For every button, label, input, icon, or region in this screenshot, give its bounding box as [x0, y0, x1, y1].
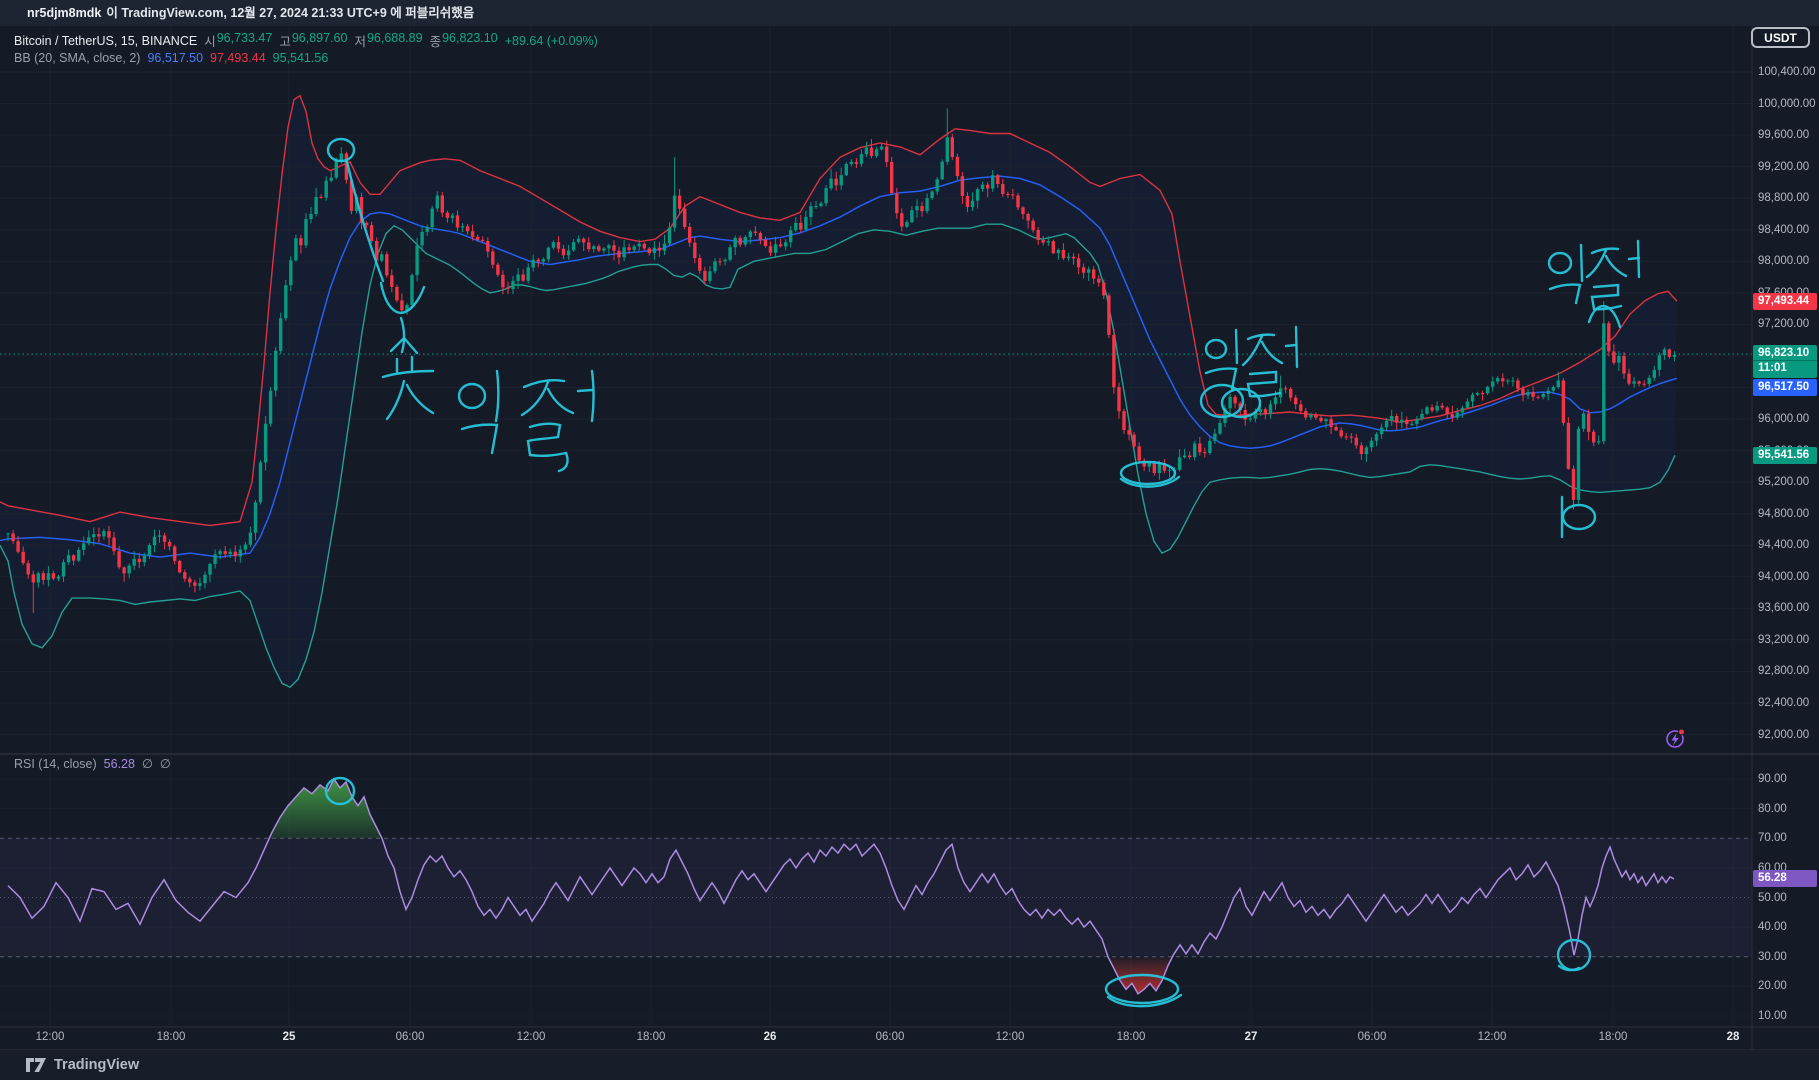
price-tick-label: 93,200.00	[1758, 633, 1810, 646]
rsi-tick-label: 70.00	[1758, 832, 1787, 845]
price-tick-label: 96,000.00	[1758, 413, 1810, 426]
tradingview-logo-icon	[26, 1058, 46, 1072]
time-tick-label: 25	[282, 1031, 296, 1043]
symbol-title[interactable]: Bitcoin / TetherUS, 15, BINANCE	[14, 34, 197, 48]
rsi-tick-label: 90.00	[1758, 773, 1787, 785]
price-tick-label: 95,200.00	[1758, 476, 1810, 489]
last-price-value: 96,823.10	[1758, 347, 1810, 360]
candle-countdown: 11:01	[1753, 360, 1817, 376]
price-tick-label: 92,800.00	[1758, 665, 1810, 678]
publish-username: nr5djm8mdk	[27, 6, 102, 20]
bb-lower-value: 95,541.56	[272, 50, 329, 65]
price-tick-label: 94,000.00	[1758, 570, 1810, 583]
price-tick-label: 98,400.00	[1758, 223, 1810, 236]
tradingview-logo-text: TradingView	[54, 1057, 140, 1073]
time-tick-label: 27	[1244, 1031, 1258, 1043]
time-tick-label: 18:00	[156, 1031, 186, 1043]
rsi-hidden-value-1: ∅	[141, 757, 153, 771]
bb-basis-value: 96,517.50	[147, 50, 204, 65]
rsi-tick-label: 10.00	[1758, 1010, 1787, 1022]
time-tick-label: 18:00	[1598, 1031, 1628, 1043]
time-tick-label: 26	[763, 1031, 777, 1043]
price-tick-label: 97,200.00	[1758, 318, 1810, 331]
bb-channel-fill	[0, 95, 1677, 688]
bb-basis-price-badge: 96,517.50	[1753, 379, 1817, 397]
time-tick-label: 12:00	[516, 1031, 546, 1043]
open-value: 96,733.47	[216, 31, 273, 45]
annotation-take-profit-right-text[interactable]	[1547, 239, 1641, 311]
tradingview-logo[interactable]: TradingView	[25, 1055, 139, 1075]
open-label: 시	[204, 35, 216, 49]
close-value: 96,823.10	[442, 31, 498, 45]
price-tick-label: 98,000.00	[1758, 255, 1810, 268]
bb-indicator-title[interactable]: BB (20, SMA, close, 2)	[14, 51, 140, 65]
price-tick-label: 92,400.00	[1758, 697, 1810, 709]
bb-upper-value: 97,493.44	[210, 50, 266, 65]
rsi-tick-label: 30.00	[1758, 950, 1787, 963]
low-label: 저	[354, 35, 366, 49]
close-label: 종	[429, 35, 442, 49]
rsi-value-badge: 56.28	[1753, 870, 1817, 888]
bb-lower-price-badge: 95,541.56	[1753, 446, 1817, 464]
rsi-tick-label: 40.00	[1758, 921, 1787, 934]
symbol-legend: Bitcoin / TetherUS, 15, BINANCE 시 96,733.…	[14, 31, 598, 66]
time-tick-label: 06:00	[395, 1031, 425, 1043]
bb-upper-price-badge: 97,493.44	[1753, 292, 1817, 310]
rsi-indicator-title[interactable]: RSI (14, close)	[14, 757, 97, 771]
price-tick-label: 100,000.00	[1758, 97, 1816, 110]
price-tick-label: 100,400.00	[1758, 66, 1816, 78]
price-tick-label: 94,800.00	[1758, 507, 1810, 520]
high-value: 96,897.60	[291, 31, 348, 45]
rsi-value: 56.28	[103, 756, 135, 771]
chart-canvas[interactable]	[0, 0, 1819, 1080]
time-tick-label: 06:00	[1357, 1031, 1387, 1043]
time-tick-label: 12:00	[995, 1031, 1025, 1043]
time-tick-label: 18:00	[1116, 1031, 1146, 1043]
price-tick-label: 92,000.00	[1758, 728, 1810, 741]
footer-bar: TradingView	[0, 1050, 1819, 1080]
rsi-tick-label: 20.00	[1758, 980, 1787, 993]
price-tick-label: 94,400.00	[1758, 539, 1810, 552]
high-label: 고	[279, 35, 291, 49]
rsi-tick-label: 50.00	[1758, 891, 1787, 904]
rsi-legend: RSI (14, close) 56.28 ∅ ∅	[14, 755, 171, 772]
lightning-reconnect-icon[interactable]	[1666, 728, 1685, 748]
publish-text: 이 TradingView.com, 12월 27, 2024 21:33 UT…	[106, 6, 475, 20]
price-tick-label: 99,200.00	[1758, 160, 1810, 173]
price-tick-label: 98,800.00	[1758, 192, 1810, 205]
change-value: +89.64 (+0.09%)	[504, 33, 598, 48]
low-value: 96,688.89	[366, 31, 423, 45]
time-tick-label: 06:00	[875, 1031, 905, 1043]
price-tick-label: 99,600.00	[1758, 129, 1810, 142]
time-tick-label: 28	[1726, 1031, 1740, 1043]
time-tick-label: 18:00	[636, 1031, 666, 1043]
currency-toggle-button[interactable]: USDT	[1751, 27, 1810, 48]
publish-bar: nr5djm8mdk 이 TradingView.com, 12월 27, 202…	[0, 0, 1819, 26]
time-tick-label: 12:00	[1477, 1031, 1507, 1043]
rsi-hidden-value-2: ∅	[159, 757, 171, 771]
last-price-badge: 96,823.10 11:01	[1753, 345, 1817, 379]
rsi-tick-label: 80.00	[1758, 802, 1787, 815]
time-tick-label: 12:00	[35, 1031, 65, 1043]
price-tick-label: 93,600.00	[1758, 602, 1810, 615]
